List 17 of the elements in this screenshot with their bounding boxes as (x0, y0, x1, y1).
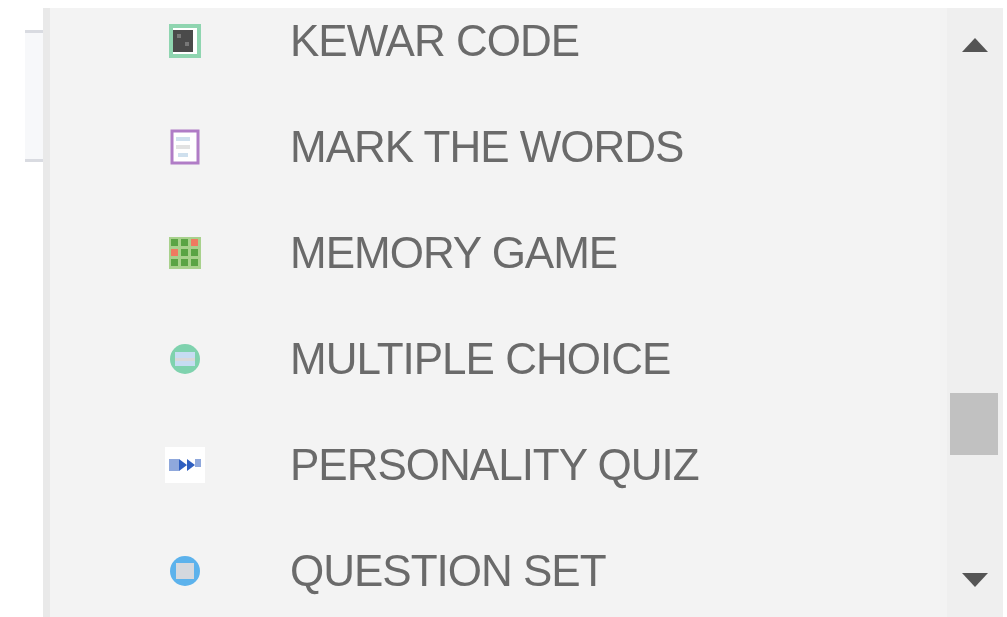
scroll-up-icon[interactable] (960, 36, 990, 54)
document-icon (170, 129, 200, 165)
text-field[interactable] (25, 30, 43, 162)
list-item[interactable]: MULTIPLE CHOICE (50, 306, 947, 412)
circle-icon (168, 554, 202, 588)
scrollbar[interactable] (947, 8, 1003, 617)
list-item[interactable]: MEMORY GAME (50, 200, 947, 306)
qr-code-icon (169, 24, 201, 58)
tile-grid-icon (169, 237, 201, 269)
list-item[interactable]: PERSONALITY QUIZ (50, 412, 947, 518)
scroll-down-icon[interactable] (960, 571, 990, 589)
arrows-icon (165, 447, 205, 483)
list-item[interactable]: KEWAR CODE (50, 8, 947, 94)
scroll-thumb[interactable] (950, 393, 998, 455)
list-item[interactable]: QUESTION SET (50, 518, 947, 617)
list-item[interactable]: MARK THE WORDS (50, 94, 947, 200)
circle-icon (168, 342, 202, 376)
